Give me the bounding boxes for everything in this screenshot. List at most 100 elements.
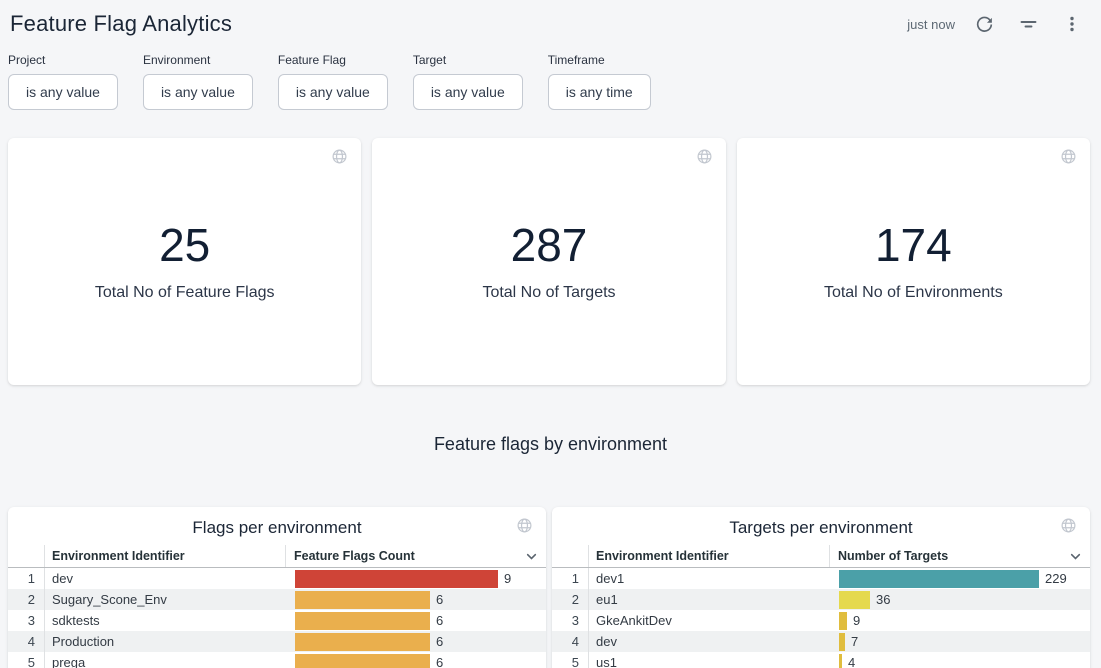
row-number: 3	[552, 610, 589, 631]
table-row[interactable]: 3GkeAnkitDev 9	[552, 610, 1090, 631]
filter-icon[interactable]	[1017, 13, 1039, 35]
bar	[839, 612, 847, 630]
bar	[295, 591, 430, 609]
bar-value: 4	[848, 655, 855, 668]
filter-feature-flag: Feature Flag is any value	[278, 53, 388, 110]
environment-identifier-cell[interactable]: prega	[45, 655, 285, 668]
bar	[295, 633, 430, 651]
bar	[839, 570, 1039, 588]
bar-value: 36	[876, 592, 890, 607]
row-number: 5	[552, 652, 589, 668]
column-header-measure[interactable]: Number of Targets	[829, 545, 1090, 567]
bar-value: 6	[436, 592, 443, 607]
table-card-flags-per-environment: Flags per environment Environment Identi…	[8, 507, 546, 668]
measure-cell[interactable]: 6	[285, 610, 546, 631]
row-number: 2	[8, 589, 45, 610]
filter-label: Project	[8, 53, 118, 67]
chevron-down-icon[interactable]	[1069, 550, 1082, 563]
bar	[839, 591, 870, 609]
environment-identifier-cell[interactable]: dev	[589, 634, 829, 649]
row-number: 3	[8, 610, 45, 631]
globe-icon	[696, 148, 713, 170]
stat-label: Total No of Environments	[824, 284, 1003, 302]
column-header-environment-identifier[interactable]: Environment Identifier	[45, 549, 285, 563]
globe-icon	[331, 148, 348, 170]
filter-bar: Project is any value Environment is any …	[0, 38, 1101, 110]
chevron-down-icon[interactable]	[525, 550, 538, 563]
refresh-icon[interactable]	[973, 13, 995, 35]
stat-label: Total No of Feature Flags	[95, 284, 275, 302]
environment-identifier-cell[interactable]: us1	[589, 655, 829, 668]
filter-label: Target	[413, 53, 523, 67]
measure-cell[interactable]: 6	[285, 589, 546, 610]
table-row[interactable]: 1dev1 229	[552, 568, 1090, 589]
column-header-measure[interactable]: Feature Flags Count	[285, 545, 546, 567]
filter-project-button[interactable]: is any value	[8, 74, 118, 110]
table-header-row: Environment IdentifierNumber of Targets	[552, 545, 1090, 568]
globe-icon	[516, 517, 533, 539]
stat-card-feature-flags: 25 Total No of Feature Flags	[8, 138, 361, 385]
bar	[839, 654, 842, 668]
measure-cell[interactable]: 4	[829, 652, 1090, 668]
environment-identifier-cell[interactable]: dev	[45, 571, 285, 586]
measure-cell[interactable]: 36	[829, 589, 1090, 610]
measure-cell[interactable]: 6	[285, 652, 546, 668]
environment-identifier-cell[interactable]: GkeAnkitDev	[589, 613, 829, 628]
filter-target-button[interactable]: is any value	[413, 74, 523, 110]
bar-value: 9	[504, 571, 511, 586]
top-bar: Feature Flag Analytics just now	[0, 0, 1101, 38]
bar-value: 229	[1045, 571, 1067, 586]
environment-identifier-cell[interactable]: dev1	[589, 571, 829, 586]
data-table: Environment IdentifierFeature Flags Coun…	[8, 545, 546, 668]
table-row[interactable]: 4dev7	[552, 631, 1090, 652]
column-header-environment-identifier[interactable]: Environment Identifier	[589, 549, 829, 563]
table-header-row: Environment IdentifierFeature Flags Coun…	[8, 545, 546, 568]
environment-identifier-cell[interactable]: sdktests	[45, 613, 285, 628]
measure-cell[interactable]: 7	[829, 631, 1090, 652]
table-row[interactable]: 4Production6	[8, 631, 546, 652]
table-row[interactable]: 2eu136	[552, 589, 1090, 610]
table-card-targets-per-environment: Targets per environment Environment Iden…	[552, 507, 1090, 668]
environment-identifier-cell[interactable]: eu1	[589, 592, 829, 607]
table-row[interactable]: 2Sugary_Scone_Env 6	[8, 589, 546, 610]
tables-row: Flags per environment Environment Identi…	[0, 507, 1101, 668]
row-number: 4	[552, 631, 589, 652]
stat-card-environments: 174 Total No of Environments	[737, 138, 1090, 385]
bar	[295, 654, 430, 668]
row-number: 5	[8, 652, 45, 668]
table-row[interactable]: 3sdktests 6	[8, 610, 546, 631]
stat-card-targets: 287 Total No of Targets	[372, 138, 725, 385]
stat-value[interactable]: 25	[159, 221, 210, 269]
row-number: 1	[8, 568, 45, 589]
table-row[interactable]: 1dev 9	[8, 568, 546, 589]
stat-value[interactable]: 174	[875, 221, 952, 269]
filter-environment-button[interactable]: is any value	[143, 74, 253, 110]
row-number-header	[8, 545, 45, 567]
table-row[interactable]: 5us1 4	[552, 652, 1090, 668]
filter-timeframe-button[interactable]: is any time	[548, 74, 651, 110]
row-number-header	[552, 545, 589, 567]
filter-environment: Environment is any value	[143, 53, 253, 110]
filter-feature-flag-button[interactable]: is any value	[278, 74, 388, 110]
measure-cell[interactable]: 9	[829, 610, 1090, 631]
bar-value: 6	[436, 634, 443, 649]
section-title: Feature flags by environment	[0, 434, 1101, 455]
measure-cell[interactable]: 9	[285, 568, 546, 589]
measure-cell[interactable]: 6	[285, 631, 546, 652]
globe-icon	[1060, 148, 1077, 170]
measure-cell[interactable]: 229	[829, 568, 1090, 589]
stat-value[interactable]: 287	[511, 221, 588, 269]
filter-project: Project is any value	[8, 53, 118, 110]
filter-target: Target is any value	[413, 53, 523, 110]
bar-value: 6	[436, 613, 443, 628]
kebab-menu-icon[interactable]	[1061, 13, 1083, 35]
row-number: 1	[552, 568, 589, 589]
bar-value: 9	[853, 613, 860, 628]
table-row[interactable]: 5prega 6	[8, 652, 546, 668]
stat-label: Total No of Targets	[482, 284, 615, 302]
bar-value: 6	[436, 655, 443, 668]
top-bar-actions: just now	[907, 13, 1083, 35]
filter-label: Feature Flag	[278, 53, 388, 67]
environment-identifier-cell[interactable]: Sugary_Scone_Env	[45, 592, 285, 607]
environment-identifier-cell[interactable]: Production	[45, 634, 285, 649]
